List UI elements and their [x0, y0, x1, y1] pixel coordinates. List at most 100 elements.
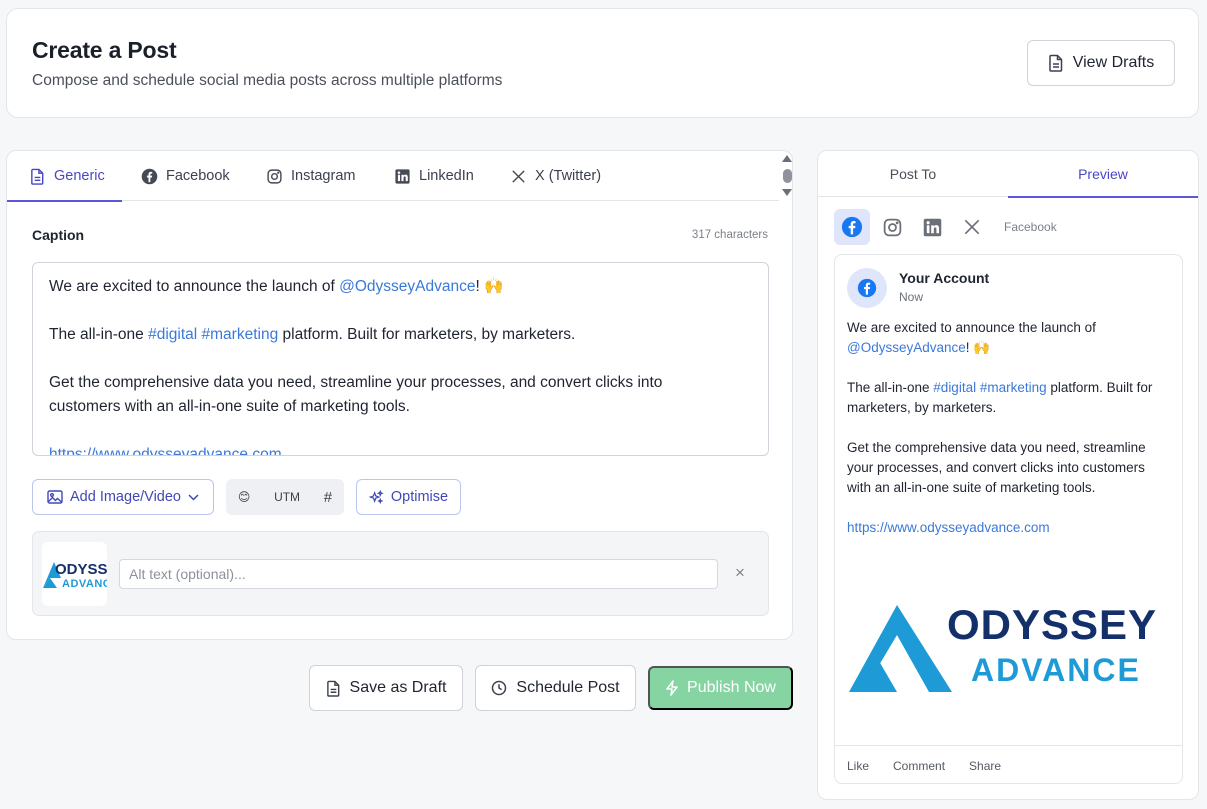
hashtag[interactable]: #digital — [933, 380, 976, 395]
linkedin-icon — [395, 168, 410, 184]
save-draft-label: Save as Draft — [349, 679, 447, 696]
preview-platform-selector: Facebook — [834, 209, 1057, 245]
optimise-label: Optimise — [390, 489, 449, 505]
x-icon — [512, 169, 525, 183]
document-icon — [326, 680, 339, 697]
image-icon — [47, 490, 63, 504]
caption-text: platform. Built for marketers, by market… — [278, 326, 576, 343]
media-thumbnail[interactable]: ODYSSEY ADVANCE — [42, 542, 107, 606]
tab-label: X (Twitter) — [535, 168, 602, 184]
facebook-icon — [141, 168, 158, 184]
instagram-icon — [883, 218, 901, 236]
logo-text-line2: ADVANCE — [62, 578, 107, 590]
preview-x-button[interactable] — [954, 209, 990, 245]
selected-platform-label: Facebook — [1004, 220, 1057, 234]
comment-button[interactable]: Comment — [893, 759, 945, 773]
mention-link: @OdysseyAdvance — [339, 278, 476, 295]
preview-text: We are excited to announce the launch of — [847, 320, 1096, 335]
tab-label: Instagram — [291, 168, 356, 184]
tab-post-to[interactable]: Post To — [818, 151, 1008, 197]
chevron-down-icon — [188, 493, 199, 501]
tab-label: LinkedIn — [419, 168, 474, 184]
clock-icon — [492, 680, 507, 696]
tab-label: Generic — [54, 168, 105, 184]
tab-preview[interactable]: Preview — [1008, 151, 1198, 198]
lightning-icon — [666, 680, 678, 696]
x-icon — [964, 219, 980, 235]
preview-instagram-button[interactable] — [874, 209, 910, 245]
scroll-thumb[interactable] — [783, 169, 792, 183]
caption-line: We are excited to announce the launch of… — [49, 275, 752, 299]
editor-card: Generic Facebook Instagram LinkedIn X (T… — [6, 150, 793, 640]
preview-facebook-button[interactable] — [834, 209, 870, 245]
tab-facebook[interactable]: Facebook — [141, 151, 230, 201]
page-subtitle: Compose and schedule social media posts … — [32, 72, 503, 89]
tabs-scrollbar[interactable] — [780, 151, 792, 201]
facebook-icon — [841, 216, 863, 238]
preview-linkedin-button[interactable] — [914, 209, 950, 245]
hashtag: #marketing — [201, 326, 279, 343]
facebook-icon — [857, 278, 877, 298]
platform-tabs: Generic Facebook Instagram LinkedIn X (T… — [7, 151, 779, 202]
post-preview-card: Your Account Now We are excited to annou… — [834, 254, 1183, 784]
view-drafts-button[interactable]: View Drafts — [1027, 40, 1175, 86]
optimise-button[interactable]: Optimise — [356, 479, 461, 515]
hashtag: #digital — [148, 326, 198, 343]
scroll-down-arrow-icon[interactable] — [782, 189, 792, 196]
caption-textarea[interactable]: We are excited to announce the launch of… — [32, 262, 769, 456]
preview-paragraph: The all-in-one #digital #marketing platf… — [847, 378, 1172, 418]
character-count: 317 characters — [691, 229, 768, 241]
alt-text-input[interactable] — [119, 559, 718, 589]
caption-text: The all-in-one — [49, 326, 149, 343]
preview-text: The all-in-one — [847, 380, 934, 395]
post-timestamp: Now — [899, 290, 924, 304]
instagram-icon — [267, 168, 282, 184]
mention-link[interactable]: @OdysseyAdvance — [847, 340, 966, 355]
header-card: Create a Post Compose and schedule socia… — [6, 8, 1199, 118]
text-tools-group: 😊 UTM # — [226, 479, 344, 515]
tab-x-twitter[interactable]: X (Twitter) — [510, 151, 601, 201]
tab-label: Facebook — [166, 168, 230, 184]
emoji-picker-button[interactable]: 😊 — [238, 490, 251, 504]
logo-text-line1: ODYSSEY — [55, 561, 107, 578]
hashtag[interactable]: #marketing — [980, 380, 1047, 395]
schedule-post-button[interactable]: Schedule Post — [475, 665, 636, 711]
tab-instagram[interactable]: Instagram — [266, 151, 355, 201]
caption-url: https://www.odysseyadvance.com — [49, 446, 282, 456]
publish-label: Publish Now — [687, 679, 776, 696]
post-actions-bar: Like Comment Share — [835, 745, 1182, 783]
document-icon — [31, 168, 44, 185]
caption-text: ! 🙌 — [475, 278, 504, 295]
avatar — [847, 268, 887, 308]
caption-label: Caption — [32, 227, 85, 243]
post-preview-text: We are excited to announce the launch of… — [847, 318, 1172, 538]
like-button[interactable]: Like — [847, 759, 869, 773]
tab-generic[interactable]: Generic — [7, 151, 122, 202]
caption-line: The all-in-one #digital #marketing platf… — [49, 323, 752, 347]
hashtag-button[interactable]: # — [324, 489, 332, 506]
preview-blank-line — [847, 358, 1172, 378]
sparkles-icon — [368, 489, 384, 504]
share-button[interactable]: Share — [969, 759, 1001, 773]
schedule-label: Schedule Post — [516, 679, 620, 696]
preview-blank-line — [847, 418, 1172, 438]
caption-line: Get the comprehensive data you need, str… — [49, 374, 663, 391]
caption-line: customers with an all-in-one suite of ma… — [49, 398, 410, 415]
linkedin-icon — [923, 218, 941, 236]
attached-media-item: ODYSSEY ADVANCE × — [32, 531, 769, 616]
post-preview-image: ODYSSEY ADVANCE — [835, 595, 1182, 745]
remove-media-icon[interactable]: × — [735, 564, 745, 582]
tab-linkedin[interactable]: LinkedIn — [394, 151, 474, 201]
utm-button[interactable]: UTM — [274, 490, 300, 504]
scroll-up-arrow-icon[interactable] — [782, 155, 792, 162]
save-as-draft-button[interactable]: Save as Draft — [309, 665, 463, 711]
add-image-video-button[interactable]: Add Image/Video — [32, 479, 214, 515]
sidebar-tabs: Post To Preview — [818, 151, 1198, 198]
odyssey-logo: ODYSSEY ADVANCE — [43, 561, 107, 590]
publish-now-button[interactable]: Publish Now — [648, 666, 793, 710]
logo-text-line2: ADVANCE — [971, 652, 1141, 688]
preview-paragraph: Get the comprehensive data you need, str… — [847, 440, 1146, 495]
preview-url-link[interactable]: https://www.odysseyadvance.com — [847, 518, 1172, 538]
caption-text: We are excited to announce the launch of — [49, 278, 340, 295]
